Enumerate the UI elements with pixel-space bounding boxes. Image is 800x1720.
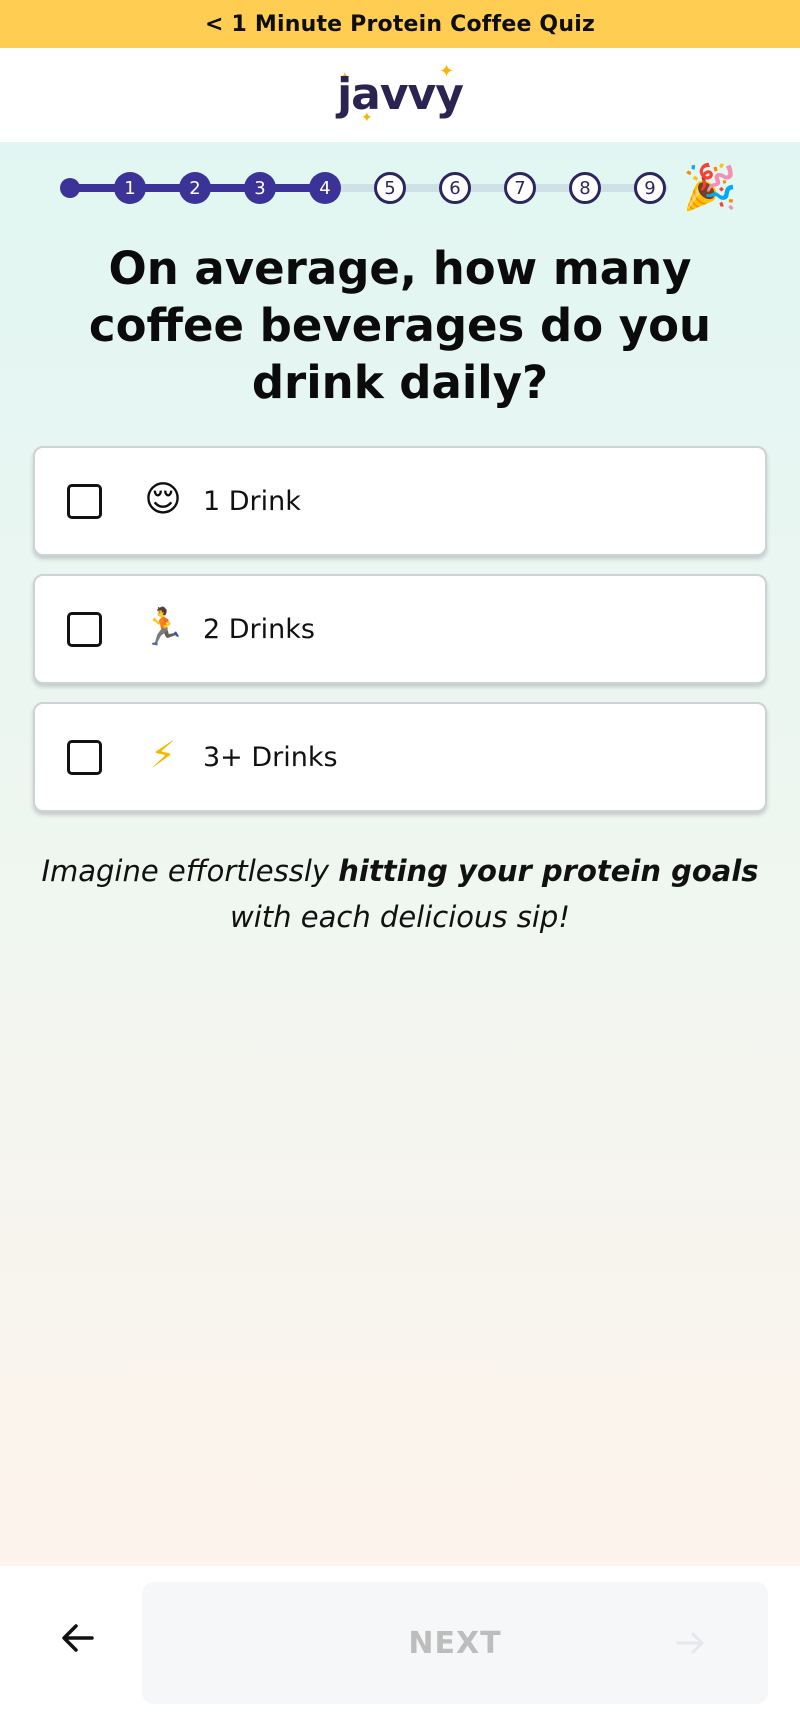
party-popper-icon: 🎉 xyxy=(682,162,738,213)
progress-step-2: 2 xyxy=(179,172,211,204)
lightning-icon: ⚡ xyxy=(150,735,176,776)
header: ✦ ✦ ✦ javvy xyxy=(0,48,800,142)
progress-step-5: 5 xyxy=(374,172,406,204)
quiz-banner: < 1 Minute Protein Coffee Quiz xyxy=(0,0,800,48)
tagline-part2: with each delicious sip! xyxy=(230,900,570,934)
progress-step-9: 9 xyxy=(634,172,666,204)
tagline-part1: Imagine effortlessly xyxy=(41,854,339,888)
option-label: 2 Drinks xyxy=(203,613,315,645)
checkbox[interactable] xyxy=(67,484,102,519)
option-2-drinks[interactable]: 🏃 2 Drinks xyxy=(33,574,767,684)
relieved-face-icon: 😌 xyxy=(144,479,182,520)
arrow-left-icon xyxy=(62,1624,94,1652)
progress-step-6: 6 xyxy=(439,172,471,204)
progress-step-7: 7 xyxy=(504,172,536,204)
progress-start-dot xyxy=(60,178,80,198)
next-button-label: NEXT xyxy=(408,1625,502,1661)
option-1-drink[interactable]: 😌 1 Drink xyxy=(33,446,767,556)
javvy-logo[interactable]: ✦ ✦ ✦ javvy xyxy=(335,63,465,127)
progress-step-8: 8 xyxy=(569,172,601,204)
tagline: Imagine effortlessly hitting your protei… xyxy=(40,848,760,940)
option-3-plus-drinks[interactable]: ⚡ 3+ Drinks xyxy=(33,702,767,812)
option-label: 1 Drink xyxy=(203,485,301,517)
running-person-icon: 🏃 xyxy=(141,607,186,648)
arrow-right-icon xyxy=(676,1632,704,1654)
checkbox[interactable] xyxy=(67,740,102,775)
progress-step-4: 4 xyxy=(309,172,341,204)
progress-stepper: 1 2 3 4 5 6 7 8 9 🎉 xyxy=(58,160,738,213)
next-button[interactable]: NEXT xyxy=(142,1582,768,1704)
quiz-main: 1 2 3 4 5 6 7 8 9 🎉 On average, how many coffee … xyxy=(0,142,800,1566)
progress-step-3: 3 xyxy=(244,172,276,204)
quiz-banner-text: < 1 Minute Protein Coffee Quiz xyxy=(205,11,595,37)
logo-text: javvy xyxy=(337,69,464,120)
tagline-bold: hitting your protein goals xyxy=(338,854,759,888)
option-label: 3+ Drinks xyxy=(203,741,338,773)
back-button[interactable] xyxy=(46,1606,110,1670)
footer-nav: NEXT xyxy=(0,1566,800,1720)
question-title: On average, how many coffee beverages do… xyxy=(88,242,712,409)
checkbox[interactable] xyxy=(67,612,102,647)
progress-step-1: 1 xyxy=(114,172,146,204)
